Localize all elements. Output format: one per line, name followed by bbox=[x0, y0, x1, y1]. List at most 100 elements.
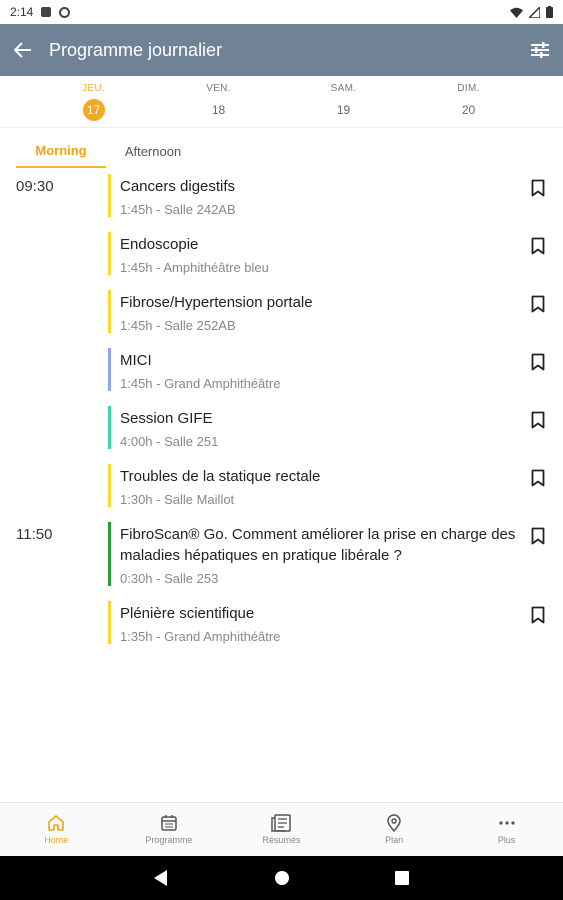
sync-icon bbox=[59, 6, 71, 18]
bookmark-icon[interactable] bbox=[531, 411, 545, 429]
nav-label: Plus bbox=[497, 835, 516, 845]
day-tab-2[interactable]: SAM. 19 bbox=[281, 76, 406, 127]
filter-button[interactable] bbox=[517, 24, 563, 76]
status-bar: 2:14 bbox=[0, 0, 563, 24]
tab-afternoon[interactable]: Afternoon bbox=[106, 134, 200, 168]
day-number: 17 bbox=[82, 99, 105, 121]
bottom-navigation: Home Programme Résumés Plan Plus bbox=[0, 802, 563, 856]
session-color-bar bbox=[108, 464, 111, 507]
day-tab-0[interactable]: JEU. 17 bbox=[31, 76, 156, 127]
system-back-icon[interactable] bbox=[154, 870, 168, 886]
session-content: Session GIFE 4:00h - Salle 251 bbox=[120, 406, 563, 449]
nav-label: Plan bbox=[385, 835, 404, 845]
nav-item-plus[interactable]: Plus bbox=[450, 803, 563, 856]
arrow-left-icon bbox=[14, 42, 31, 58]
tab-morning[interactable]: Morning bbox=[16, 134, 106, 168]
day-name: DIM. bbox=[457, 83, 480, 94]
map-pin-icon bbox=[387, 814, 401, 832]
session-meta: 4:00h - Salle 251 bbox=[120, 434, 219, 449]
session-meta: 1:45h - Grand Amphithéâtre bbox=[120, 376, 281, 391]
nav-label: Résumés bbox=[262, 835, 301, 845]
session-title: Session GIFE bbox=[120, 410, 213, 427]
session-row[interactable]: Endoscopie 1:45h - Amphithéâtre bleu bbox=[0, 232, 563, 275]
session-color-bar bbox=[108, 522, 111, 586]
period-tabs: Morning Afternoon bbox=[0, 134, 563, 168]
session-color-bar bbox=[108, 174, 111, 217]
session-meta: 1:45h - Salle 252AB bbox=[120, 318, 236, 333]
session-meta: 1:45h - Salle 242AB bbox=[120, 202, 236, 217]
more-icon bbox=[499, 821, 515, 825]
app-bar: Programme journalier bbox=[0, 24, 563, 76]
session-row[interactable]: Troubles de la statique rectale 1:30h - S… bbox=[0, 464, 563, 507]
nav-item-resumes[interactable]: Résumés bbox=[225, 803, 338, 856]
session-row[interactable]: Plénière scientifique 1:35h - Grand Amphi… bbox=[0, 601, 563, 644]
system-home-icon[interactable] bbox=[275, 871, 289, 885]
session-time bbox=[0, 601, 108, 644]
nav-item-programme[interactable]: Programme bbox=[113, 803, 226, 856]
nav-label: Programme bbox=[145, 835, 193, 845]
session-title: MICI bbox=[120, 352, 152, 369]
bookmark-icon[interactable] bbox=[531, 353, 545, 371]
day-name: SAM. bbox=[330, 83, 357, 94]
session-content: MICI 1:45h - Grand Amphithéâtre bbox=[120, 348, 563, 391]
bookmark-icon[interactable] bbox=[531, 237, 545, 255]
page-title: Programme journalier bbox=[49, 39, 223, 60]
session-meta: 0:30h - Salle 253 bbox=[120, 571, 219, 586]
signal-icon bbox=[529, 6, 540, 18]
session-content: Troubles de la statique rectale 1:30h - S… bbox=[120, 464, 563, 507]
session-content: Endoscopie 1:45h - Amphithéâtre bleu bbox=[120, 232, 563, 275]
session-content: Cancers digestifs 1:45h - Salle 242AB bbox=[120, 174, 563, 217]
tune-icon bbox=[531, 42, 549, 58]
session-title: Troubles de la statique rectale bbox=[120, 468, 321, 485]
session-row[interactable]: 09:30 Cancers digestifs 1:45h - Salle 242A… bbox=[0, 174, 563, 217]
bookmark-icon[interactable] bbox=[531, 469, 545, 487]
session-color-bar bbox=[108, 601, 111, 644]
system-navigation-bar bbox=[0, 856, 563, 900]
bookmark-icon[interactable] bbox=[531, 295, 545, 313]
bookmark-icon[interactable] bbox=[531, 606, 545, 624]
session-time: 09:30 bbox=[16, 178, 54, 195]
bookmark-icon[interactable] bbox=[531, 179, 545, 197]
session-color-bar bbox=[108, 290, 111, 333]
session-time bbox=[0, 348, 108, 391]
nav-item-home[interactable]: Home bbox=[0, 803, 113, 856]
session-title: FibroScan® Go. Comment améliorer la pris… bbox=[120, 526, 516, 564]
system-recents-icon[interactable] bbox=[395, 871, 409, 885]
session-content: Fibrose/Hypertension portale 1:45h - Sall… bbox=[120, 290, 563, 333]
session-time bbox=[0, 232, 108, 275]
session-color-bar bbox=[108, 232, 111, 275]
day-tab-1[interactable]: VEN. 18 bbox=[156, 76, 281, 127]
day-number: 20 bbox=[461, 103, 476, 117]
session-meta: 1:45h - Amphithéâtre bleu bbox=[120, 260, 269, 275]
session-row[interactable]: 11:50 FibroScan® Go. Comment améliorer la… bbox=[0, 522, 563, 586]
day-number: 18 bbox=[211, 103, 226, 117]
calendar-icon bbox=[161, 815, 177, 831]
day-name: VEN. bbox=[206, 83, 231, 94]
session-list: 09:30 Cancers digestifs 1:45h - Salle 242A… bbox=[0, 174, 563, 659]
session-content: FibroScan® Go. Comment améliorer la pris… bbox=[120, 522, 563, 586]
session-row[interactable]: Session GIFE 4:00h - Salle 251 bbox=[0, 406, 563, 449]
session-title: Endoscopie bbox=[120, 236, 199, 253]
session-time bbox=[0, 464, 108, 507]
session-color-bar bbox=[108, 406, 111, 449]
sd-card-icon bbox=[41, 7, 52, 17]
back-button[interactable] bbox=[0, 24, 46, 76]
session-row[interactable]: Fibrose/Hypertension portale 1:45h - Sall… bbox=[0, 290, 563, 333]
document-list-icon bbox=[271, 814, 292, 832]
day-number: 19 bbox=[336, 103, 351, 117]
home-icon bbox=[48, 815, 65, 831]
bookmark-icon[interactable] bbox=[531, 527, 545, 545]
session-title: Fibrose/Hypertension portale bbox=[120, 294, 313, 311]
battery-icon bbox=[546, 6, 553, 18]
session-time bbox=[0, 290, 108, 333]
session-content: Plénière scientifique 1:35h - Grand Amphi… bbox=[120, 601, 563, 644]
wifi-icon bbox=[510, 7, 523, 18]
session-meta: 1:35h - Grand Amphithéâtre bbox=[120, 629, 281, 644]
nav-item-plan[interactable]: Plan bbox=[338, 803, 451, 856]
day-name: JEU. bbox=[82, 83, 105, 94]
session-row[interactable]: MICI 1:45h - Grand Amphithéâtre bbox=[0, 348, 563, 391]
day-selector: JEU. 17 VEN. 18 SAM. 19 DIM. 20 bbox=[0, 76, 563, 128]
day-tab-3[interactable]: DIM. 20 bbox=[406, 76, 531, 127]
session-time bbox=[0, 406, 108, 449]
session-color-bar bbox=[108, 348, 111, 391]
